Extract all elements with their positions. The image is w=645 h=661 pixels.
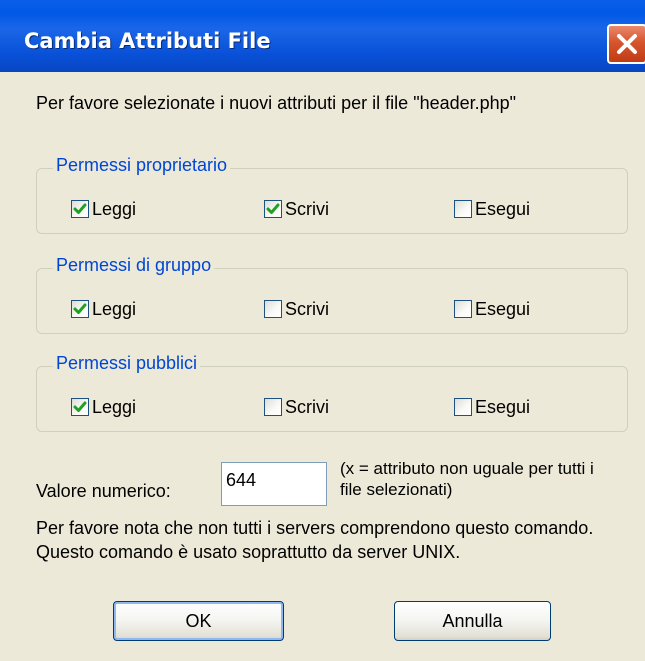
- checkbox-box[interactable]: [454, 398, 472, 416]
- dialog-prompt: Per favore selezionate i nuovi attributi…: [36, 93, 517, 113]
- group-legend: Permessi proprietario: [53, 155, 231, 176]
- checkbox-label: Esegui: [475, 396, 531, 417]
- numeric-value-note: (x = attributo non uguale per tutti i fi…: [340, 459, 594, 499]
- checkmark-icon: [73, 401, 87, 412]
- checkbox-box[interactable]: [264, 300, 282, 318]
- checkbox-box[interactable]: [71, 398, 89, 416]
- owner-execute-checkbox[interactable]: Esegui: [454, 198, 530, 220]
- checkmark-icon: [266, 203, 280, 214]
- checkbox-box[interactable]: [71, 300, 89, 318]
- window-title: Cambia Attributi File: [24, 29, 271, 53]
- checkmark-icon: [73, 303, 87, 314]
- checkbox-label: Scrivi: [285, 298, 329, 319]
- checkbox-label: Esegui: [475, 198, 531, 219]
- checkbox-label: Scrivi: [285, 198, 329, 219]
- public-write-checkbox[interactable]: Scrivi: [264, 396, 329, 418]
- group-legend: Permessi di gruppo: [53, 255, 215, 276]
- public-execute-checkbox[interactable]: Esegui: [454, 396, 530, 418]
- dialog-window: Cambia Attributi File Per favore selezio…: [0, 0, 645, 661]
- checkbox-box[interactable]: [264, 200, 282, 218]
- checkbox-label: Esegui: [475, 298, 531, 319]
- group-execute-checkbox[interactable]: Esegui: [454, 298, 530, 320]
- checkbox-label: Leggi: [92, 198, 137, 219]
- close-button[interactable]: [607, 24, 645, 64]
- owner-permissions-group: Permessi proprietario Leggi Scrivi Esegu…: [36, 155, 628, 234]
- group-write-checkbox[interactable]: Scrivi: [264, 298, 329, 320]
- group-permissions-group: Permessi di gruppo Leggi Scrivi Esegui: [36, 255, 628, 334]
- cancel-button[interactable]: Annulla: [394, 601, 551, 641]
- numeric-value-input[interactable]: 644: [221, 462, 327, 506]
- close-icon: [617, 34, 637, 54]
- checkbox-label: Scrivi: [285, 396, 329, 417]
- checkbox-box[interactable]: [454, 200, 472, 218]
- checkbox-box[interactable]: [454, 300, 472, 318]
- owner-write-checkbox[interactable]: Scrivi: [264, 198, 329, 220]
- public-read-checkbox[interactable]: Leggi: [71, 396, 136, 418]
- group-read-checkbox[interactable]: Leggi: [71, 298, 136, 320]
- title-bar[interactable]: Cambia Attributi File: [0, 0, 645, 72]
- checkmark-icon: [73, 203, 87, 214]
- checkbox-box[interactable]: [264, 398, 282, 416]
- numeric-value-label: Valore numerico:: [36, 481, 171, 501]
- owner-read-checkbox[interactable]: Leggi: [71, 198, 136, 220]
- checkbox-box[interactable]: [71, 200, 89, 218]
- group-legend: Permessi pubblici: [53, 353, 201, 374]
- checkbox-label: Leggi: [92, 298, 137, 319]
- ok-button[interactable]: OK: [113, 601, 284, 641]
- server-warning-text: Per favore nota che non tutti i servers …: [36, 518, 594, 562]
- checkbox-label: Leggi: [92, 396, 137, 417]
- public-permissions-group: Permessi pubblici Leggi Scrivi Esegui: [36, 353, 628, 432]
